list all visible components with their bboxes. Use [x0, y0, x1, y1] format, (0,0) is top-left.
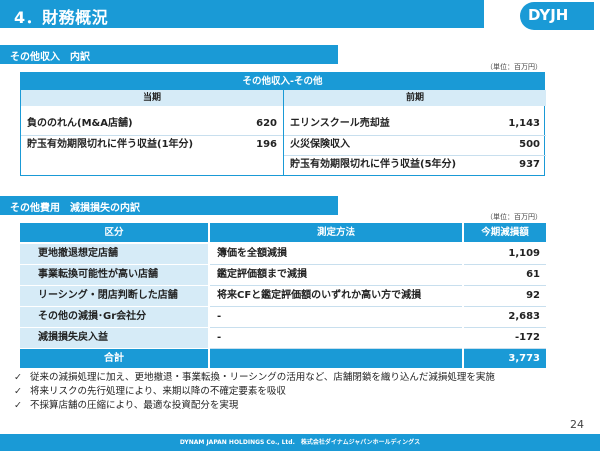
bullet-text: 従来の減損処理に加え、更地撤退・事業転換・リーシングの活用など、店舗閉鎖を織り込…	[30, 372, 495, 383]
bullet-item: ✓ 将来リスクの先行処理により、来期以降の不確定要素を吸収	[14, 385, 495, 399]
other-income-table: その他収入-その他 当期 前期 負ののれん(M&A店舗) 620 貯玉有効期限切…	[20, 72, 546, 176]
logo-text: DYJH	[528, 6, 569, 24]
row-amount: 2,683	[464, 307, 546, 328]
column-header-category: 区分	[20, 223, 208, 242]
total-value: 3,773	[464, 349, 546, 368]
checkmark-icon: ✓	[14, 386, 22, 397]
title-bar: 4．財務概況	[0, 0, 484, 28]
row-amount: -172	[464, 328, 546, 349]
row-category: その他の減損･Gr会社分	[20, 307, 208, 327]
table-row: 減損損失戻入益 - -172	[20, 328, 546, 349]
row-category: 事業転換可能性が高い店舗	[20, 265, 208, 285]
row-amount: 1,109	[464, 244, 546, 265]
row-category: 減損損失戻入益	[20, 328, 208, 348]
row-value: 937	[519, 159, 540, 170]
row-amount: 92	[464, 286, 546, 307]
row-value: 196	[256, 139, 277, 150]
unit-label: （単位：百万円）	[486, 213, 542, 221]
bullet-item: ✓ 従来の減損処理に加え、更地撤退・事業転換・リーシングの活用など、店舗閉鎖を織り…	[14, 371, 495, 385]
section-heading-other-income: その他収入 内訳	[0, 45, 338, 64]
row-label: 貯玉有効期限切れに伴う収益(1年分)	[27, 139, 194, 150]
unit-label: （単位：百万円）	[486, 63, 542, 71]
page-number: 24	[570, 418, 584, 431]
checkmark-icon: ✓	[14, 372, 22, 383]
row-label: エリンスクール売却益	[290, 118, 390, 129]
checkmark-icon: ✓	[14, 400, 22, 411]
table-row: 火災保険収入 500	[290, 135, 540, 155]
row-label: 火災保険収入	[290, 139, 350, 150]
bullet-item: ✓ 不採算店舗の圧縮により、最適な投資配分を実現	[14, 399, 495, 413]
row-value: 1,143	[508, 118, 540, 129]
row-method: -	[210, 328, 462, 349]
total-label: 合計	[20, 349, 208, 368]
table-row: エリンスクール売却益 1,143	[290, 114, 540, 134]
row-method: 簿価を全額減損	[210, 244, 462, 265]
page-title: 4．財務概況	[14, 8, 109, 27]
row-value: 500	[519, 139, 540, 150]
table-row: 負ののれん(M&A店舗) 620	[27, 114, 277, 134]
table-row: リーシング・閉店判断した店舗 将来CFと鑑定評価額のいずれか高い方で減損 92	[20, 286, 546, 307]
bullet-text: 不採算店舗の圧縮により、最適な投資配分を実現	[30, 400, 239, 411]
row-amount: 61	[464, 265, 546, 286]
table-row: 更地撤退想定店舗 簿価を全額減損 1,109	[20, 244, 546, 265]
summary-bullets: ✓ 従来の減損処理に加え、更地撤退・事業転換・リーシングの活用など、店舗閉鎖を織り…	[14, 371, 495, 413]
section-heading-impairment: その他費用 減損損失の内訳	[0, 196, 338, 215]
table-row: 貯玉有効期限切れに伴う収益(5年分) 937	[290, 155, 540, 175]
column-header-previous: 前期	[284, 90, 546, 106]
row-label: 貯玉有効期限切れに伴う収益(5年分)	[290, 159, 457, 170]
column-header-amount: 今期減損額	[464, 223, 546, 242]
row-label: 負ののれん(M&A店舗)	[27, 118, 133, 129]
table-row: 事業転換可能性が高い店舗 鑑定評価額まで減損 61	[20, 265, 546, 286]
row-value: 620	[256, 118, 277, 129]
row-category: リーシング・閉店判断した店舗	[20, 286, 208, 306]
column-header-method: 測定方法	[210, 223, 462, 242]
total-spacer	[210, 349, 462, 368]
row-method: 将来CFと鑑定評価額のいずれか高い方で減損	[210, 286, 462, 307]
footer-bar: DYNAM JAPAN HOLDINGS Co., Ltd. 株式会社ダイナムジ…	[0, 434, 600, 451]
table-row: 貯玉有効期限切れに伴う収益(1年分) 196	[27, 135, 277, 155]
row-method: -	[210, 307, 462, 328]
row-category: 更地撤退想定店舗	[20, 244, 208, 264]
table-row: その他の減損･Gr会社分 - 2,683	[20, 307, 546, 328]
company-logo: DYJH	[520, 2, 594, 30]
row-method: 鑑定評価額まで減損	[210, 265, 462, 286]
divider	[283, 90, 284, 176]
table-caption: その他収入-その他	[21, 73, 544, 90]
column-header-current: 当期	[21, 90, 283, 106]
bullet-text: 将来リスクの先行処理により、来期以降の不確定要素を吸収	[30, 386, 286, 397]
